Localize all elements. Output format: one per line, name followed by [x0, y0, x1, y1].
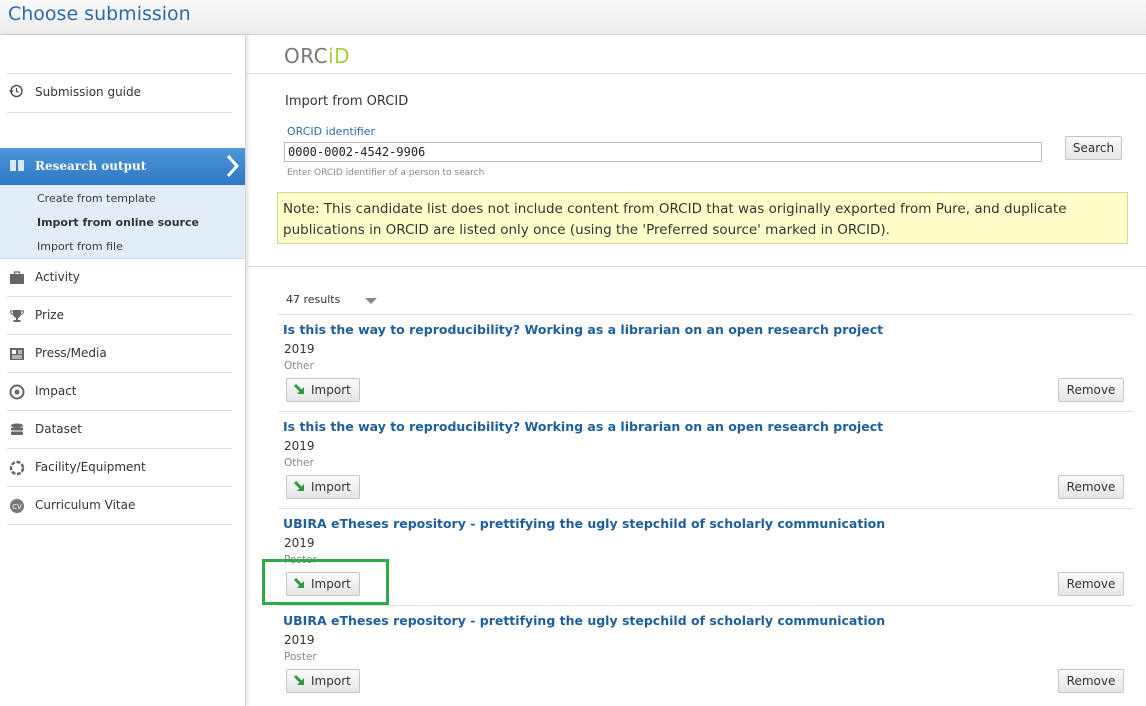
database-icon	[9, 422, 25, 438]
item-title[interactable]: Is this the way to reproducibility? Work…	[283, 419, 883, 434]
item-year: 2019	[284, 342, 315, 356]
item-year: 2019	[284, 439, 315, 453]
sidebar-item-curriculum-vitae[interactable]: CV Curriculum Vitae	[7, 487, 232, 525]
history-icon	[9, 84, 23, 102]
item-year: 2019	[284, 633, 315, 647]
newspaper-icon	[9, 346, 25, 362]
sidebar-item-activity[interactable]: Activity	[7, 259, 232, 297]
remove-button[interactable]: Remove	[1058, 669, 1124, 693]
chevron-right-icon	[226, 154, 240, 178]
sidebar-item-label: Prize	[35, 308, 64, 322]
sidebar-item-label: Dataset	[35, 422, 82, 436]
import-arrow-icon	[293, 480, 304, 491]
item-title[interactable]: UBIRA eTheses repository - prettifying t…	[283, 613, 885, 628]
divider	[246, 266, 1146, 267]
item-type: Other	[284, 457, 314, 469]
submission-guide-link[interactable]: Submission guide	[7, 73, 232, 113]
sidebar-item-impact[interactable]: Impact	[7, 373, 232, 411]
cv-icon: CV	[9, 498, 25, 514]
orcid-identifier-input[interactable]: 0000-0002-4542-9906	[284, 142, 1042, 162]
main-panel: ORCiD Import from ORCID ORCID identifier…	[246, 35, 1146, 706]
item-type: Other	[284, 360, 314, 372]
list-item: Is this the way to reproducibility? Work…	[278, 411, 1133, 508]
remove-button[interactable]: Remove	[1058, 475, 1124, 499]
sidebar-item-label: Activity	[35, 270, 80, 284]
sidebar-item-dataset[interactable]: Dataset	[7, 411, 232, 449]
sidebar-item-label: Curriculum Vitae	[35, 498, 136, 512]
import-button[interactable]: Import	[286, 475, 360, 499]
orcid-logo: ORCiD	[284, 44, 351, 68]
submenu-import-from-file[interactable]: Import from file	[37, 240, 123, 253]
sidebar-item-label: Facility/Equipment	[35, 460, 146, 474]
window-title: Choose submission	[8, 3, 191, 25]
divider	[246, 73, 1146, 74]
remove-button[interactable]: Remove	[1058, 378, 1124, 402]
orcid-identifier-label: ORCID identifier	[287, 125, 376, 138]
submenu-import-from-online-source[interactable]: Import from online source	[37, 216, 199, 229]
book-icon	[9, 158, 25, 172]
briefcase-icon	[9, 270, 25, 286]
search-button[interactable]: Search	[1065, 136, 1122, 160]
item-type: Poster	[284, 651, 317, 663]
gear-ring-icon	[9, 460, 25, 476]
sidebar-item-research-output[interactable]: Research output	[0, 148, 245, 185]
results-count: 47 results	[286, 293, 341, 306]
item-title[interactable]: Is this the way to reproducibility? Work…	[283, 322, 883, 337]
page-title: Import from ORCID	[285, 94, 409, 109]
sidebar-item-press-media[interactable]: Press/Media	[7, 335, 232, 373]
sidebar-item-label: Press/Media	[35, 346, 107, 360]
sidebar-item-facility-equipment[interactable]: Facility/Equipment	[7, 449, 232, 487]
submenu-create-from-template[interactable]: Create from template	[37, 192, 156, 205]
list-item: Is this the way to reproducibility? Work…	[278, 314, 1133, 411]
import-button[interactable]: Import	[286, 378, 360, 402]
results-dropdown-caret-icon[interactable]	[365, 298, 377, 304]
list-item: UBIRA eTheses repository - prettifying t…	[278, 605, 1133, 702]
list-item: UBIRA eTheses repository - prettifying t…	[278, 508, 1133, 605]
item-title[interactable]: UBIRA eTheses repository - prettifying t…	[283, 516, 885, 531]
import-arrow-icon	[293, 674, 304, 685]
sidebar: Submission guide Research output Create …	[0, 35, 246, 706]
import-button[interactable]: Import	[286, 669, 360, 693]
research-output-label: Research output	[35, 159, 147, 173]
title-bar: Choose submission	[0, 0, 1146, 35]
import-arrow-icon	[293, 383, 304, 394]
orcid-identifier-hint: Enter ORCID identifier of a person to se…	[287, 168, 485, 178]
research-output-submenu: Create from template Import from online …	[0, 185, 245, 259]
highlight-box	[262, 559, 389, 605]
note-box: Note: This candidate list does not inclu…	[277, 192, 1128, 244]
svg-text:CV: CV	[12, 503, 22, 511]
sidebar-item-prize[interactable]: Prize	[7, 297, 232, 335]
trophy-icon	[9, 308, 25, 324]
submission-guide-label: Submission guide	[35, 85, 142, 99]
remove-button[interactable]: Remove	[1058, 572, 1124, 596]
item-year: 2019	[284, 536, 315, 550]
sidebar-nav-list: Activity Prize Press/Media Impact Datase…	[7, 259, 232, 525]
target-icon	[9, 384, 25, 400]
results-list: Is this the way to reproducibility? Work…	[278, 314, 1133, 702]
sidebar-item-label: Impact	[35, 384, 77, 398]
